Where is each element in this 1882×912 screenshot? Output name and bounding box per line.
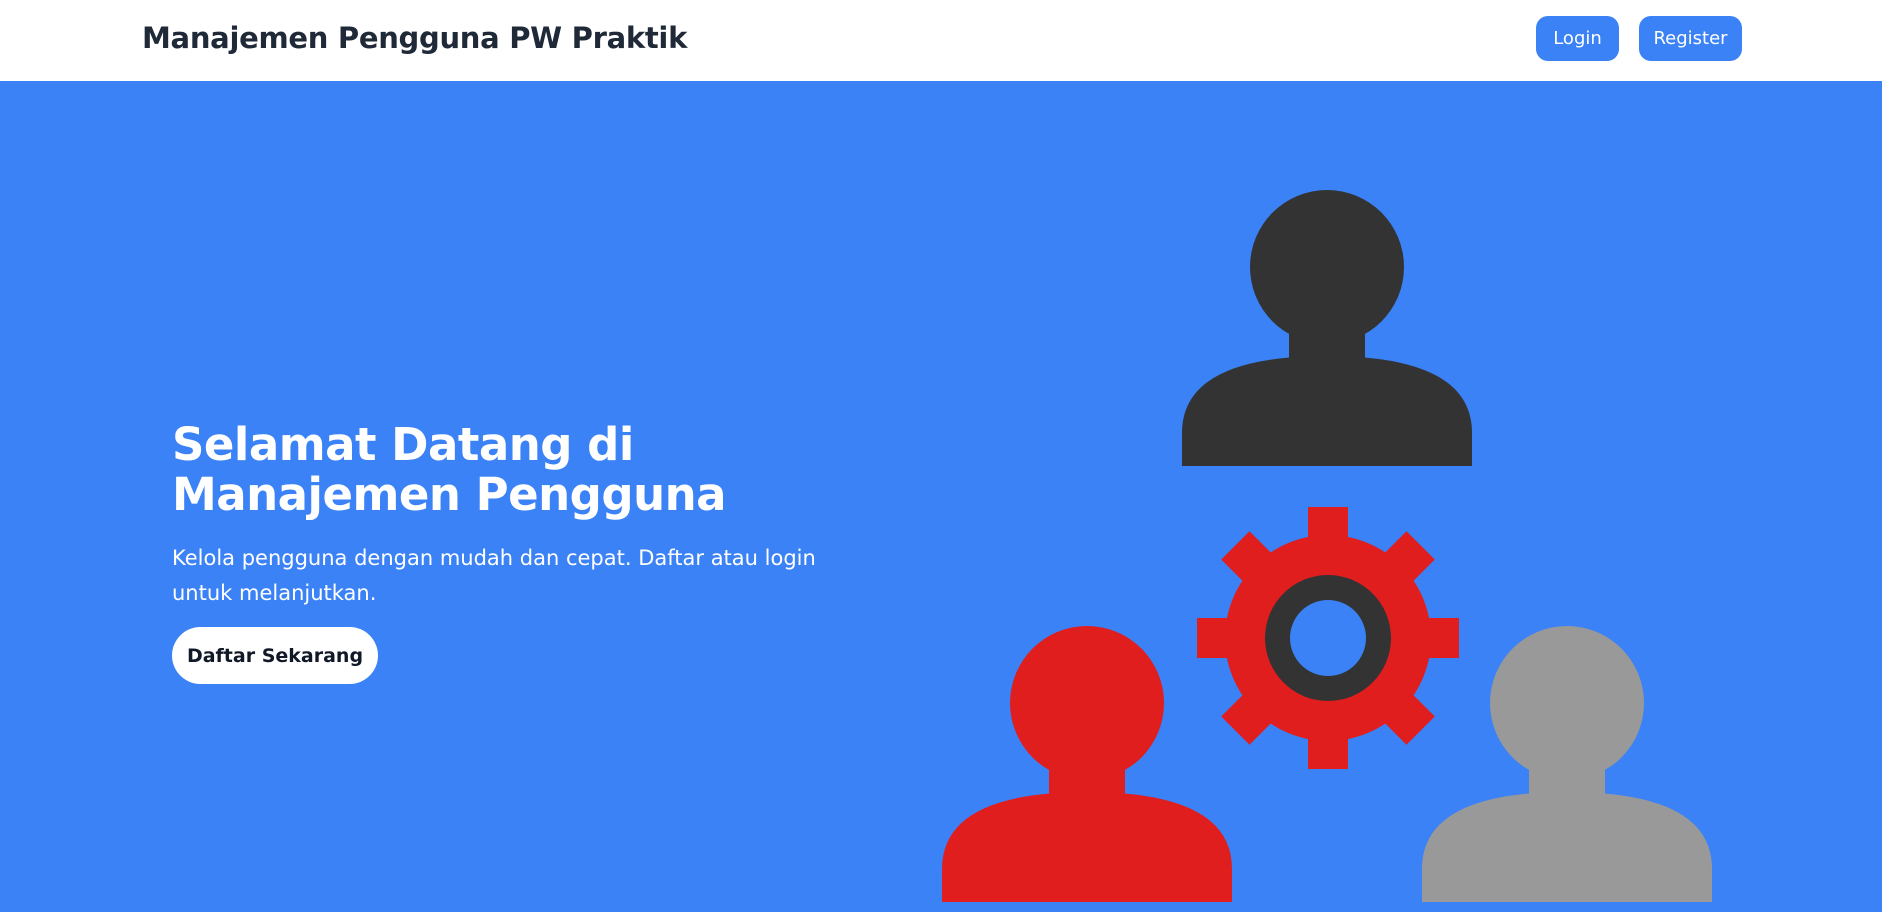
brand-title[interactable]: Manajemen Pengguna PW Praktik <box>142 21 687 55</box>
register-now-button[interactable]: Daftar Sekarang <box>172 627 378 684</box>
hero-subtitle: Kelola pengguna dengan mudah dan cepat. … <box>172 546 816 605</box>
register-button[interactable]: Register <box>1639 16 1742 61</box>
hero-title: Selamat Datang di Manajemen Pengguna <box>172 418 727 521</box>
login-button[interactable]: Login <box>1536 16 1619 61</box>
user-management-illustration <box>942 190 1712 902</box>
user-icon-dark <box>1182 190 1472 466</box>
navbar: Manajemen Pengguna PW Praktik Login Regi… <box>0 0 1882 81</box>
user-icon-gray <box>1422 626 1712 902</box>
user-icon-red <box>942 626 1232 902</box>
gear-icon <box>1197 507 1459 769</box>
